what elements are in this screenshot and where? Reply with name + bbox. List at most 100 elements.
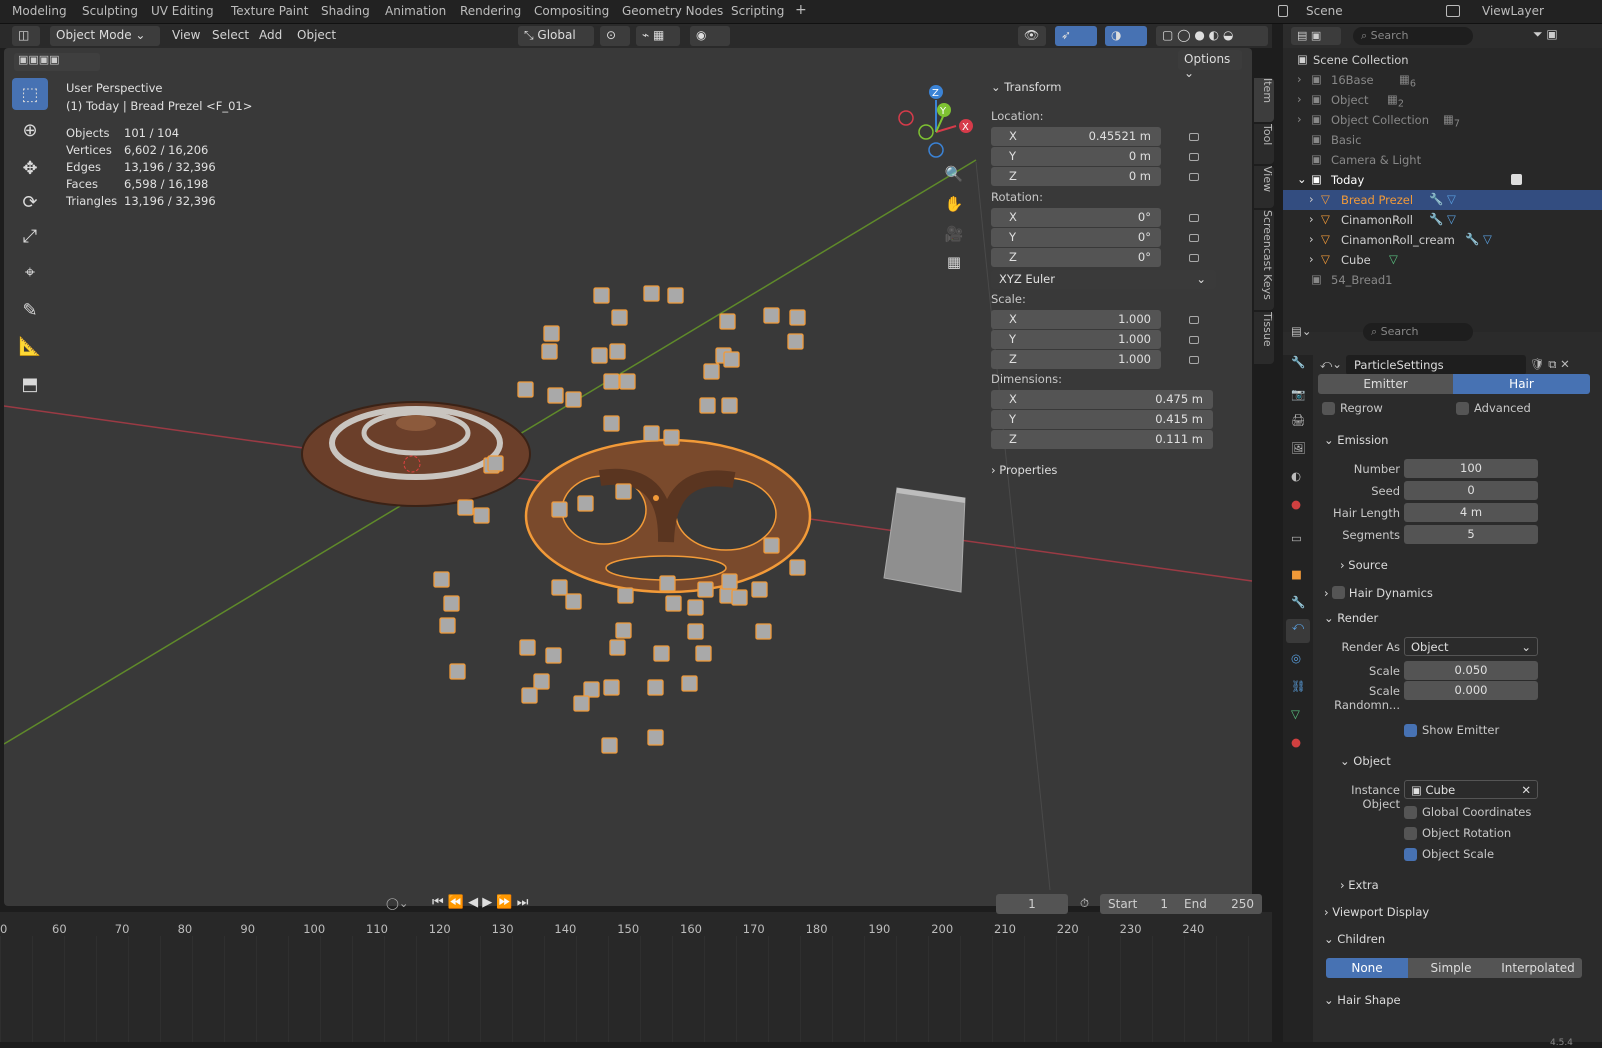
3d-viewport[interactable]: Z X Y ▣▣▣▣ ⬚ ⊕ ✥ ⟳ ⤢ ⌖ ✎ 📐 ⬒ User Perspe…	[4, 48, 1252, 906]
lock-icon[interactable]	[1189, 336, 1199, 344]
seed-field[interactable]: 0	[1404, 481, 1538, 500]
location-y-field[interactable]: Y0 m	[991, 147, 1161, 166]
filter-icon[interactable]: ⏷ ▣	[1533, 27, 1593, 45]
list-item[interactable]: › ▣ Object Collection ▦7	[1283, 110, 1602, 130]
collection-icon[interactable]: ▭	[1291, 531, 1302, 545]
tab-screencast-keys[interactable]: Screencast Keys	[1254, 210, 1274, 310]
tab-texture-paint[interactable]: Texture Paint	[231, 4, 308, 18]
location-x-field[interactable]: X 0.45521 m	[991, 127, 1161, 146]
snap-icon[interactable]: ⌁ ▦	[636, 26, 680, 46]
hair-tab[interactable]: Hair	[1453, 374, 1590, 394]
zoom-icon[interactable]: 🔍	[936, 158, 972, 190]
grid-view-icon[interactable]: ▦	[936, 246, 972, 278]
outliner-search-input[interactable]: ⌕ Search	[1353, 27, 1473, 45]
lock-icon[interactable]	[1189, 316, 1199, 324]
view-layer-icon[interactable]: 🖼	[1291, 441, 1306, 455]
lock-icon[interactable]	[1189, 173, 1199, 181]
cursor-tool[interactable]: ⊕	[12, 114, 48, 146]
tab-compositing[interactable]: Compositing	[534, 4, 609, 18]
instance-object-field[interactable]: ▣ Cube ✕	[1404, 780, 1538, 799]
list-item[interactable]: › ▣ 16Base ▦6	[1283, 70, 1602, 90]
list-item[interactable]: ▣ 54_Bread1	[1283, 270, 1602, 290]
tab-uv-editing[interactable]: UV Editing	[151, 4, 214, 18]
fake-user-icon[interactable]: 🛡 ⧉ ✕	[1530, 357, 1570, 372]
list-item[interactable]: › ▽ CinamonRoll 🔧 ▽	[1283, 210, 1602, 230]
particles-icon[interactable]: ⤺	[1286, 619, 1310, 643]
children-simple-tab[interactable]: Simple	[1408, 958, 1494, 978]
editor-type-button[interactable]: ◫	[12, 26, 40, 46]
viewlayer-name[interactable]: ViewLayer	[1482, 4, 1544, 18]
list-item[interactable]: ▣ Camera & Light	[1283, 150, 1602, 170]
segments-field[interactable]: 5	[1404, 525, 1538, 544]
global-coordinates-checkbox[interactable]	[1404, 806, 1417, 819]
rotation-z-field[interactable]: Z 0°	[991, 248, 1161, 267]
transform-tool[interactable]: ⌖	[12, 256, 48, 288]
proportional-edit-icon[interactable]: ◉	[690, 26, 730, 46]
lock-icon[interactable]	[1189, 153, 1199, 161]
physics-icon[interactable]: ◎	[1291, 651, 1301, 665]
children-header[interactable]: ⌄ Children	[1324, 932, 1385, 946]
list-item[interactable]: › ▽ Cube ▽	[1283, 250, 1602, 270]
list-item[interactable]: › ▽ Bread Prezel 🔧 ▽	[1283, 190, 1602, 210]
tab-geometry-nodes[interactable]: Geometry Nodes	[622, 4, 723, 18]
select-box-tool[interactable]: ⬚	[12, 78, 48, 110]
rotation-y-field[interactable]: Y 0°	[991, 228, 1161, 247]
dimensions-y-field[interactable]: Y 0.415 m	[991, 410, 1213, 429]
hair-shape-header[interactable]: ⌄ Hair Shape	[1324, 993, 1401, 1007]
scale-field[interactable]: 0.050	[1404, 661, 1538, 680]
orientation-dropdown[interactable]: ⤡ Global	[518, 26, 594, 46]
start-frame-field[interactable]: Start 1	[1100, 894, 1176, 914]
list-item[interactable]: › ▽ CinamonRoll_cream 🔧 ▽	[1283, 230, 1602, 250]
add-workspace-button[interactable]: +	[795, 2, 807, 18]
scale-y-field[interactable]: Y 1.000	[991, 330, 1161, 349]
dimensions-z-field[interactable]: Z 0.111 m	[991, 430, 1213, 449]
object-icon[interactable]: ■	[1291, 567, 1302, 581]
visibility-icon[interactable]: 👁	[1018, 26, 1046, 46]
tab-tissue[interactable]: Tissue	[1254, 312, 1274, 364]
object-rotation-checkbox[interactable]	[1404, 827, 1417, 840]
location-z-field[interactable]: Z0 m	[991, 167, 1161, 186]
options-dropdown[interactable]: Options ⌄	[1178, 50, 1242, 80]
list-item[interactable]: › ▣ Object ▦2	[1283, 90, 1602, 110]
tool-icon[interactable]: 🔧	[1291, 355, 1305, 369]
tab-scripting[interactable]: Scripting	[731, 4, 784, 18]
extra-subpanel[interactable]: › Extra	[1340, 878, 1379, 892]
hair-length-field[interactable]: 4 m	[1404, 503, 1538, 522]
menu-add[interactable]: Add	[259, 28, 282, 42]
list-item[interactable]: ⌄ ▣ Today	[1283, 170, 1602, 190]
regrow-checkbox[interactable]	[1322, 402, 1335, 415]
rotate-tool[interactable]: ⟳	[12, 186, 48, 218]
children-none-tab[interactable]: None	[1326, 958, 1408, 978]
particle-settings-icon[interactable]: ⤺⌄	[1320, 357, 1344, 372]
tab-tool[interactable]: Tool	[1254, 124, 1274, 164]
dimensions-x-field[interactable]: X 0.475 m	[991, 390, 1213, 409]
tab-sculpting[interactable]: Sculpting	[82, 4, 138, 18]
editor-type-button[interactable]: ▤ ▣	[1291, 27, 1341, 45]
hair-dynamics-header[interactable]: › Hair Dynamics	[1324, 584, 1433, 600]
mode-dropdown[interactable]: Object Mode ⌄	[50, 26, 160, 46]
list-item[interactable]: ▣ Scene Collection	[1283, 50, 1602, 70]
current-frame-field[interactable]: 1	[996, 894, 1068, 914]
rotation-mode-dropdown[interactable]: XYZ Euler ⌄	[991, 270, 1216, 289]
lock-icon[interactable]	[1189, 234, 1199, 242]
output-icon[interactable]: 🖨	[1291, 413, 1306, 427]
scale-z-field[interactable]: Z 1.000	[991, 350, 1161, 369]
children-interpolated-tab[interactable]: Interpolated	[1494, 958, 1582, 978]
shading-mode-icons[interactable]: ▢ ◯ ● ◐ ◒	[1156, 26, 1268, 46]
lock-icon[interactable]	[1189, 254, 1199, 262]
object-subpanel[interactable]: ⌄ Object	[1340, 754, 1391, 768]
rotation-x-field[interactable]: X 0°	[991, 208, 1161, 227]
render-as-dropdown[interactable]: Object ⌄	[1404, 637, 1538, 656]
playback-controls[interactable]: ⏮ ⏪ ◀ ▶ ⏩ ⏭	[432, 895, 544, 915]
data-icon[interactable]: ▽	[1291, 707, 1300, 721]
material-icon[interactable]: ●	[1291, 735, 1301, 749]
scene-name[interactable]: Scene	[1306, 4, 1343, 18]
tab-item[interactable]: Item	[1254, 78, 1274, 122]
number-field[interactable]: 100	[1404, 459, 1538, 478]
show-emitter-checkbox[interactable]	[1404, 724, 1417, 737]
advanced-checkbox[interactable]	[1456, 402, 1469, 415]
scene-icon[interactable]: ◐	[1291, 469, 1301, 483]
render-header[interactable]: ⌄ Render	[1324, 611, 1378, 625]
world-icon[interactable]: ●	[1291, 497, 1301, 511]
end-frame-field[interactable]: End 250	[1176, 894, 1262, 914]
